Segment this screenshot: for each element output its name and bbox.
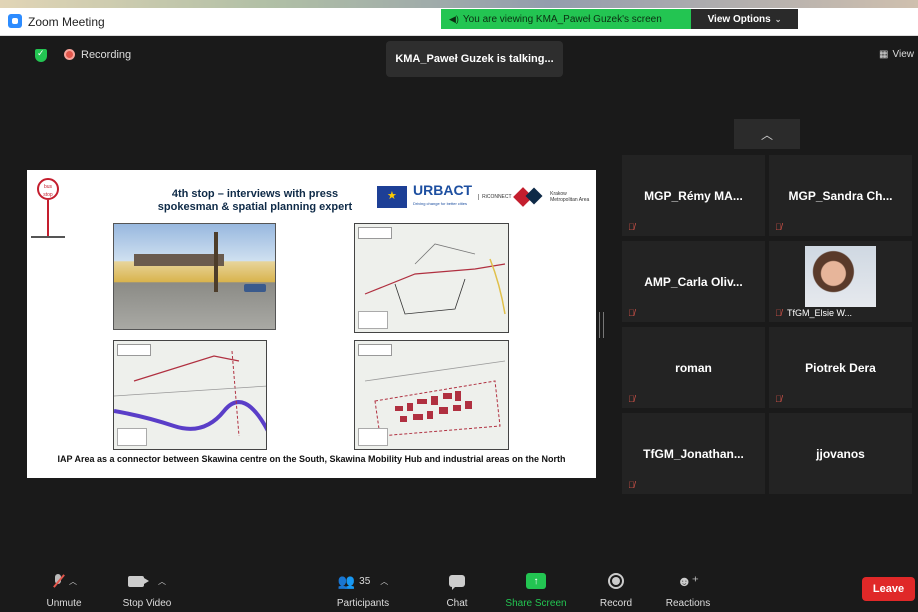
participant-tile[interactable]: roman 🎙̸: [622, 327, 765, 408]
share-screen-label: Share Screen: [505, 598, 567, 609]
participant-name: MGP_Rémy MA...: [644, 189, 743, 203]
chevron-up-icon[interactable]: ︿: [158, 576, 166, 587]
muted-mic-icon: 🎙̸: [628, 222, 635, 232]
view-button[interactable]: ▦ View: [879, 49, 914, 60]
muted-mic-icon: 🎙̸: [775, 308, 782, 318]
participants-button[interactable]: 👥 35 ︿ Participants: [328, 572, 398, 610]
emoji-reaction-icon: ☻⁺: [676, 572, 700, 589]
map-legend: [358, 428, 388, 446]
view-options-label: View Options: [707, 13, 771, 25]
participant-tile[interactable]: AMP_Carla Oliv... 🎙̸: [622, 241, 765, 322]
stop-video-button[interactable]: ︿ Stop Video: [112, 572, 182, 609]
meeting-toolbar: ︿ Unmute ︿ Stop Video 👥 35 ︿ Participants …: [0, 567, 918, 612]
participant-tile[interactable]: TfGM_Jonathan... 🎙̸: [622, 413, 765, 494]
leave-button[interactable]: Leave: [862, 577, 915, 601]
active-speaker-tooltip: KMA_Paweł Guzek is talking...: [386, 41, 563, 77]
map-industrial: [354, 340, 509, 450]
participant-count: 35: [359, 575, 371, 587]
recording-icon: [64, 49, 75, 60]
grid-icon: ▦: [879, 49, 889, 60]
slide-title: 4th stop – interviews with press spokesm…: [157, 188, 353, 213]
participant-video-feed: [805, 246, 876, 307]
bus-stop-sign: bus stop: [31, 178, 65, 238]
view-label: View: [892, 49, 915, 60]
viewing-screen-text: You are viewing KMA_Paweł Guzek's screen: [462, 13, 662, 25]
participant-tile[interactable]: jjovanos: [769, 413, 912, 494]
sign-base: [31, 236, 65, 238]
building-roof: [134, 254, 224, 266]
viewing-screen-banner: ◀) You are viewing KMA_Paweł Guzek's scr…: [441, 9, 691, 29]
chat-button[interactable]: Chat: [422, 572, 492, 609]
muted-mic-icon: 🎙̸: [628, 480, 635, 490]
unmute-label: Unmute: [46, 598, 82, 609]
reactions-button[interactable]: ☻⁺ Reactions: [653, 572, 723, 610]
video-camera-icon: [128, 575, 149, 587]
chevron-up-icon[interactable]: ︿: [69, 576, 77, 587]
tree: [214, 232, 218, 292]
map-route: [113, 340, 267, 450]
participant-name: TfGM_Elsie W...: [787, 308, 853, 318]
chat-icon: [449, 575, 465, 590]
muted-mic-icon: 🎙̸: [628, 394, 635, 404]
shared-screen-slide: bus stop 4th stop – interviews with pres…: [27, 170, 596, 478]
reactions-label: Reactions: [665, 598, 711, 609]
map-label-box: [117, 344, 151, 356]
recording-label: Recording: [81, 49, 132, 61]
participant-tile[interactable]: MGP_Rémy MA... 🎙̸: [622, 155, 765, 236]
screen-share-icon: ◀): [449, 13, 459, 24]
encryption-shield-icon[interactable]: [35, 48, 47, 62]
kma-logo-text: Krakow Metropolitan Area: [550, 191, 590, 203]
participant-name: roman: [675, 361, 712, 375]
mic-muted-icon: [51, 574, 65, 588]
urbact-name: URBACT: [413, 182, 473, 198]
map-label-box: [358, 227, 392, 239]
riconnect-logo: RiCONNECT: [478, 194, 512, 200]
muted-mic-icon: 🎙̸: [628, 308, 635, 318]
muted-mic-icon: 🎙̸: [775, 394, 782, 404]
participant-name: TfGM_Jonathan...: [643, 447, 744, 461]
partner-logos: URBACT Driving change for better cities …: [377, 183, 590, 211]
participants-label: Participants: [336, 598, 390, 609]
window-title: Zoom Meeting: [28, 15, 105, 29]
sign-pole: [47, 200, 49, 238]
map-legend: [117, 428, 147, 446]
participant-name: MGP_Sandra Ch...: [788, 189, 893, 203]
bus-stop-sign-label: bus stop: [37, 178, 59, 200]
zoom-app-icon: [8, 14, 22, 28]
unmute-button[interactable]: ︿ Unmute: [29, 572, 99, 609]
record-button[interactable]: Record: [581, 572, 651, 609]
urbact-tagline: Driving change for better cities: [413, 201, 468, 206]
station-building-photo: [113, 223, 276, 330]
stop-video-label: Stop Video: [122, 598, 172, 609]
chat-label: Chat: [446, 598, 468, 609]
gallery-scroll-up-button[interactable]: ︿: [734, 119, 800, 149]
participant-tile[interactable]: MGP_Sandra Ch... 🎙̸: [769, 155, 912, 236]
participant-name: AMP_Carla Oliv...: [644, 275, 743, 289]
map-legend: [358, 311, 388, 329]
urbact-logo: URBACT Driving change for better cities: [413, 183, 472, 211]
share-screen-button[interactable]: ↑ Share Screen: [501, 572, 571, 609]
participant-name: jjovanos: [816, 447, 865, 461]
participant-tile[interactable]: Piotrek Dera 🎙̸: [769, 327, 912, 408]
share-screen-icon: ↑: [526, 573, 546, 589]
eu-flag-logo: [377, 186, 407, 208]
muted-mic-icon: 🎙̸: [775, 222, 782, 232]
split-resize-handle[interactable]: [599, 312, 604, 338]
map-area-plan: [354, 223, 509, 333]
chevron-up-icon: ︿: [760, 127, 773, 142]
participants-icon: 👥: [337, 572, 356, 589]
car: [244, 284, 266, 292]
view-options-button[interactable]: View Options ⌄: [691, 9, 798, 29]
background-strip: [0, 0, 918, 8]
slide-caption: IAP Area as a connector between Skawina …: [57, 454, 566, 464]
map-label-box: [358, 344, 392, 356]
record-label: Record: [599, 598, 633, 609]
chevron-down-icon: ⌄: [774, 14, 782, 24]
participant-name: Piotrek Dera: [805, 361, 876, 375]
chevron-up-icon[interactable]: ︿: [380, 576, 388, 587]
record-icon: [608, 573, 624, 589]
kma-logo-mark: [516, 188, 544, 206]
participant-tile-video[interactable]: 🎙̸ TfGM_Elsie W...: [769, 241, 912, 322]
